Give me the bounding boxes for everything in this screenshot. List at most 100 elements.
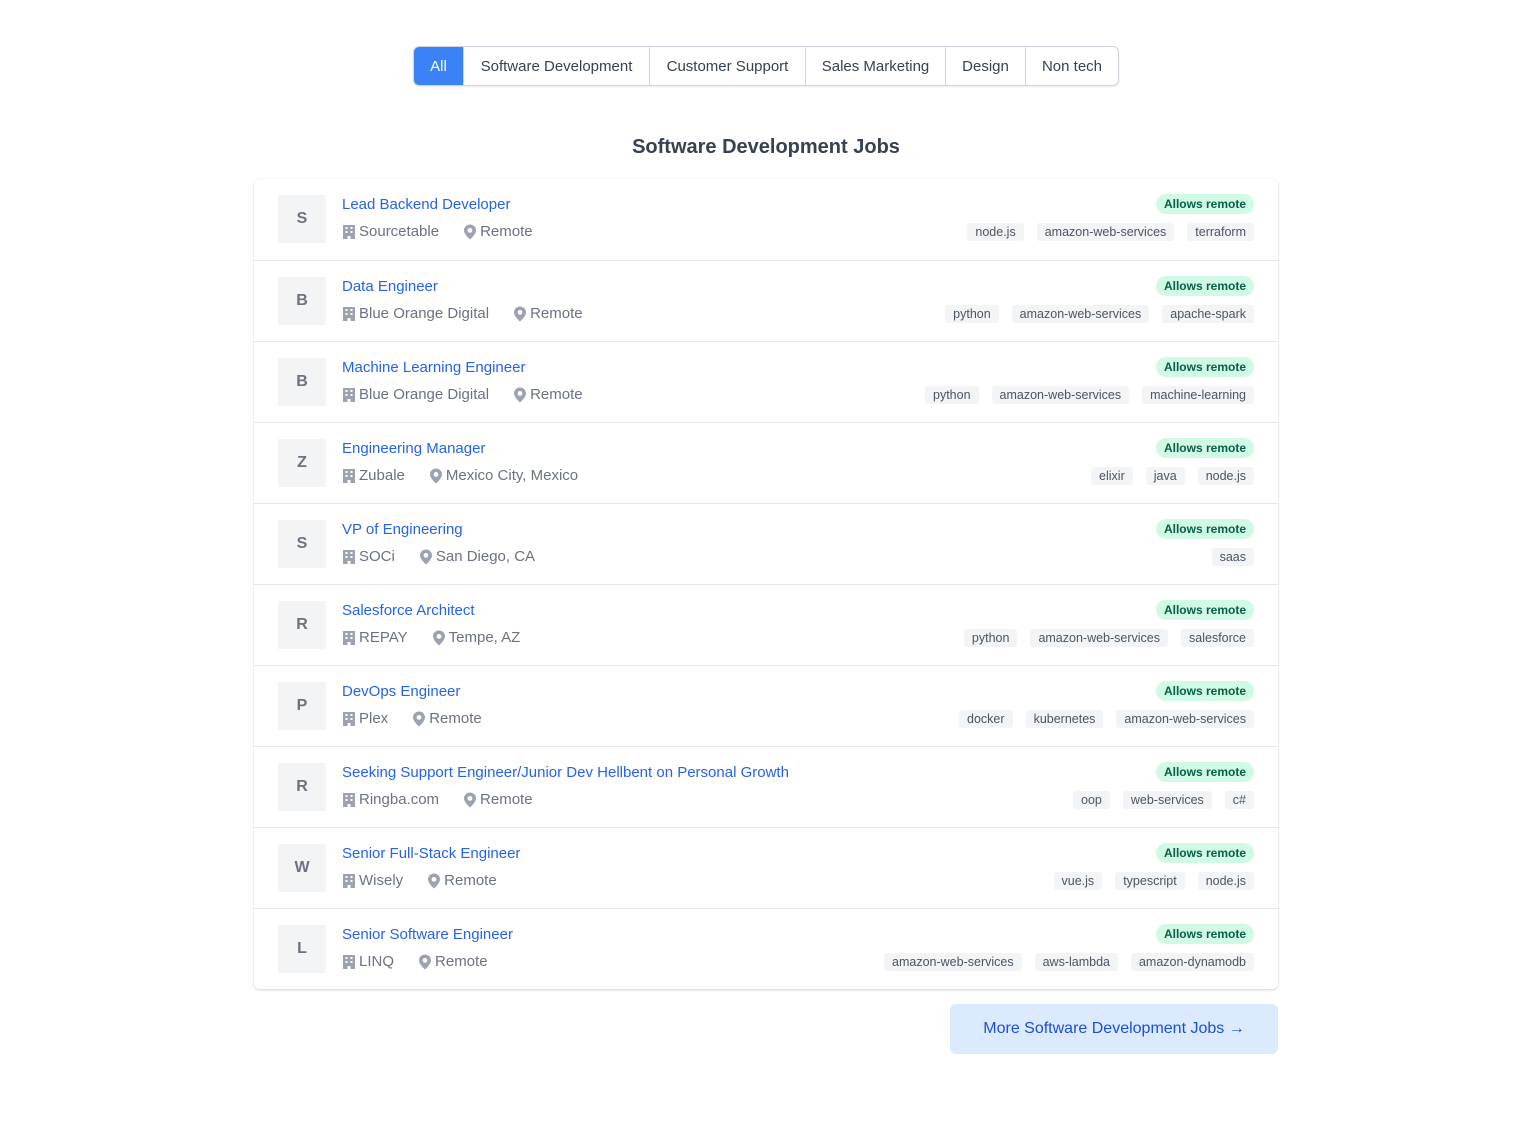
- skill-tag[interactable]: amazon-web-services: [1011, 305, 1150, 323]
- tag-list: python amazon-web-services salesforce: [963, 629, 1254, 647]
- skill-tag[interactable]: salesforce: [1181, 629, 1254, 647]
- job-meta: Plex Remote: [342, 710, 506, 727]
- job-title-link[interactable]: Data Engineer: [342, 278, 438, 295]
- job-title-link[interactable]: VP of Engineering: [342, 521, 463, 538]
- company-logo-initial: R: [278, 601, 326, 649]
- map-pin-icon: [413, 711, 426, 726]
- building-icon: [343, 468, 355, 483]
- tag-list: oop web-services c#: [1073, 791, 1254, 809]
- company: Ringba.com: [342, 791, 439, 808]
- job-title-link[interactable]: Engineering Manager: [342, 440, 485, 457]
- tag-list: elixir java node.js: [1091, 467, 1254, 485]
- company: Zubale: [342, 467, 405, 484]
- skill-tag[interactable]: amazon-web-services: [1030, 629, 1169, 647]
- job-title-link[interactable]: Senior Full-Stack Engineer: [342, 845, 520, 862]
- remote-badge: Allows remote: [1155, 194, 1254, 214]
- skill-tag[interactable]: python: [925, 386, 979, 404]
- company: SOCi: [342, 548, 395, 565]
- map-pin-icon: [419, 954, 432, 969]
- tab-software-development[interactable]: Software Development: [463, 47, 649, 85]
- company-name: Blue Orange Digital: [359, 386, 490, 403]
- tab-all[interactable]: All: [414, 47, 463, 85]
- job-title-link[interactable]: Machine Learning Engineer: [342, 359, 525, 376]
- skill-tag[interactable]: oop: [1073, 791, 1110, 809]
- job-title-link[interactable]: Seeking Support Engineer/Junior Dev Hell…: [342, 764, 789, 781]
- building-icon: [343, 630, 355, 645]
- job-title-link[interactable]: Lead Backend Developer: [342, 196, 510, 213]
- location-text: San Diego, CA: [435, 548, 536, 565]
- job-row: P DevOps Engineer Plex Remote Allows rem…: [254, 665, 1278, 746]
- skill-tag[interactable]: amazon-web-services: [1116, 710, 1254, 728]
- skill-tag[interactable]: apache-spark: [1162, 305, 1254, 323]
- skill-tag[interactable]: amazon-web-services: [991, 386, 1130, 404]
- job-row: B Data Engineer Blue Orange Digital Remo…: [254, 260, 1278, 341]
- skill-tag[interactable]: python: [963, 629, 1018, 647]
- job-meta: LINQ Remote: [342, 953, 512, 970]
- map-pin-icon: [428, 873, 441, 888]
- tag-list: node.js amazon-web-services terraform: [967, 223, 1254, 241]
- skill-tag[interactable]: amazon-dynamodb: [1130, 953, 1254, 971]
- location: Remote: [427, 872, 497, 889]
- location: Remote: [463, 791, 533, 808]
- building-icon: [343, 711, 355, 726]
- tab-sales-marketing[interactable]: Sales Marketing: [805, 47, 945, 85]
- tab-customer-support[interactable]: Customer Support: [649, 47, 805, 85]
- tag-list: python amazon-web-services machine-learnin…: [925, 386, 1254, 404]
- remote-badge: Allows remote: [1155, 924, 1254, 944]
- building-icon: [343, 224, 355, 239]
- skill-tag[interactable]: vue.js: [1053, 872, 1103, 890]
- company: Sourcetable: [342, 223, 439, 240]
- job-meta: Wisely Remote: [342, 872, 521, 889]
- company-name: Sourcetable: [359, 223, 440, 240]
- remote-badge: Allows remote: [1155, 600, 1254, 620]
- skill-tag[interactable]: kubernetes: [1025, 710, 1104, 728]
- skill-tag[interactable]: node.js: [1197, 872, 1254, 890]
- company-name: Ringba.com: [359, 791, 440, 808]
- job-meta: Blue Orange Digital Remote: [342, 386, 607, 403]
- company-name: Plex: [359, 710, 389, 727]
- skill-tag[interactable]: web-services: [1122, 791, 1212, 809]
- skill-tag[interactable]: node.js: [1197, 467, 1254, 485]
- tag-list: amazon-web-services aws-lambda amazon-dyna…: [884, 953, 1254, 971]
- job-title-link[interactable]: DevOps Engineer: [342, 683, 460, 700]
- skill-tag[interactable]: amazon-web-services: [1036, 223, 1175, 241]
- skill-tag[interactable]: amazon-web-services: [884, 953, 1022, 971]
- job-title-link[interactable]: Senior Software Engineer: [342, 926, 513, 943]
- location-text: Remote: [530, 386, 583, 403]
- job-row: L Senior Software Engineer LINQ Remote A…: [254, 908, 1278, 989]
- job-row: R Seeking Support Engineer/Junior Dev He…: [254, 746, 1278, 827]
- location-text: Remote: [429, 710, 482, 727]
- job-title-link[interactable]: Salesforce Architect: [342, 602, 475, 619]
- tag-list: docker kubernetes amazon-web-services: [959, 710, 1254, 728]
- location-text: Remote: [444, 872, 497, 889]
- map-pin-icon: [514, 306, 527, 321]
- category-tabs: All Software Development Customer Suppor…: [413, 46, 1119, 86]
- company: LINQ: [342, 953, 394, 970]
- job-row: Z Engineering Manager Zubale Mexico City…: [254, 422, 1278, 503]
- skill-tag[interactable]: saas: [1211, 548, 1254, 566]
- building-icon: [343, 954, 355, 969]
- skill-tag[interactable]: typescript: [1115, 872, 1185, 890]
- company-name: REPAY: [359, 629, 408, 646]
- map-pin-icon: [514, 387, 527, 402]
- skill-tag[interactable]: aws-lambda: [1034, 953, 1118, 971]
- skill-tag[interactable]: machine-learning: [1142, 386, 1254, 404]
- location: Remote: [463, 223, 533, 240]
- skill-tag[interactable]: python: [945, 305, 999, 323]
- building-icon: [343, 873, 355, 888]
- skill-tag[interactable]: java: [1145, 467, 1185, 485]
- skill-tag[interactable]: node.js: [967, 223, 1024, 241]
- job-meta: Blue Orange Digital Remote: [342, 305, 607, 322]
- map-pin-icon: [464, 792, 477, 807]
- skill-tag[interactable]: elixir: [1091, 467, 1133, 485]
- job-meta: REPAY Tempe, AZ: [342, 629, 544, 646]
- location-text: Remote: [480, 791, 533, 808]
- remote-badge: Allows remote: [1155, 762, 1254, 782]
- tab-non-tech[interactable]: Non tech: [1025, 47, 1118, 85]
- skill-tag[interactable]: terraform: [1187, 223, 1254, 241]
- more-jobs-button[interactable]: More Software Development Jobs →: [950, 1004, 1278, 1054]
- skill-tag[interactable]: docker: [959, 710, 1013, 728]
- tab-design[interactable]: Design: [945, 47, 1025, 85]
- job-meta: Sourcetable Remote: [342, 223, 557, 240]
- skill-tag[interactable]: c#: [1224, 791, 1254, 809]
